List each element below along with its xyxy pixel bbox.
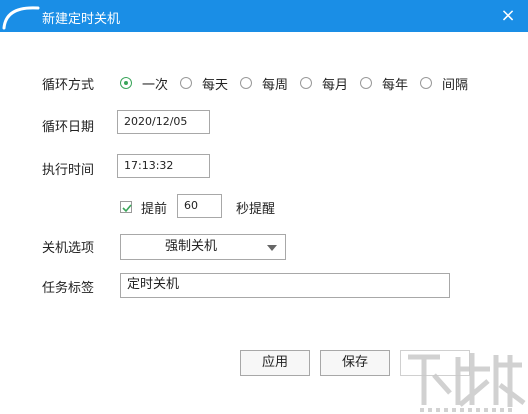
check-icon xyxy=(122,204,132,213)
radio-interval[interactable]: 间隔 xyxy=(420,73,468,93)
task-label-label: 任务标签 xyxy=(42,281,95,296)
apply-button[interactable]: 应用 xyxy=(240,350,310,376)
shutdown-option-value: 强制关机 xyxy=(164,239,217,254)
advance-seconds-field[interactable]: 60 xyxy=(177,194,222,218)
loop-mode-label: 循环方式 xyxy=(42,78,95,93)
loop-date-label: 循环日期 xyxy=(42,120,95,135)
radio-dot-icon xyxy=(180,77,192,89)
radio-dot-icon xyxy=(300,77,312,89)
radio-dot-icon xyxy=(240,77,252,89)
shutdown-option-select[interactable]: 强制关机 xyxy=(120,234,286,260)
chevron-down-icon xyxy=(267,245,277,251)
radio-once[interactable]: 一次 xyxy=(120,73,168,93)
radio-dot-icon xyxy=(360,77,372,89)
title-bar: 新建定时关机 × xyxy=(0,0,528,32)
task-label-field[interactable]: 定时关机 xyxy=(120,273,450,298)
radio-dot-icon xyxy=(420,77,432,89)
radio-label: 每月 xyxy=(322,77,349,93)
advance-label: 提前 xyxy=(141,202,168,217)
watermark-logo-icon xyxy=(408,353,526,412)
radio-weekly[interactable]: 每周 xyxy=(240,73,288,93)
save-button[interactable]: 保存 xyxy=(320,350,390,376)
radio-monthly[interactable]: 每月 xyxy=(300,73,348,93)
window-title: 新建定时关机 xyxy=(42,12,121,27)
exec-time-label: 执行时间 xyxy=(42,163,95,178)
radio-label: 间隔 xyxy=(442,77,469,93)
radio-label: 每周 xyxy=(262,77,289,93)
radio-label: 一次 xyxy=(142,77,169,93)
advance-checkbox[interactable] xyxy=(120,201,132,213)
shutdown-option-label: 关机选项 xyxy=(42,241,95,256)
loop-date-field[interactable]: 2020/12/05 xyxy=(117,110,210,134)
radio-dot-icon xyxy=(120,77,132,89)
radio-label: 每年 xyxy=(382,77,409,93)
radio-daily[interactable]: 每天 xyxy=(180,73,228,93)
radio-label: 每天 xyxy=(202,77,229,93)
close-icon[interactable]: × xyxy=(498,6,518,26)
advance-suffix: 秒提醒 xyxy=(236,202,276,217)
app-logo-icon xyxy=(2,6,40,30)
radio-yearly[interactable]: 每年 xyxy=(360,73,408,93)
exec-time-field[interactable]: 17:13:32 xyxy=(117,154,210,178)
